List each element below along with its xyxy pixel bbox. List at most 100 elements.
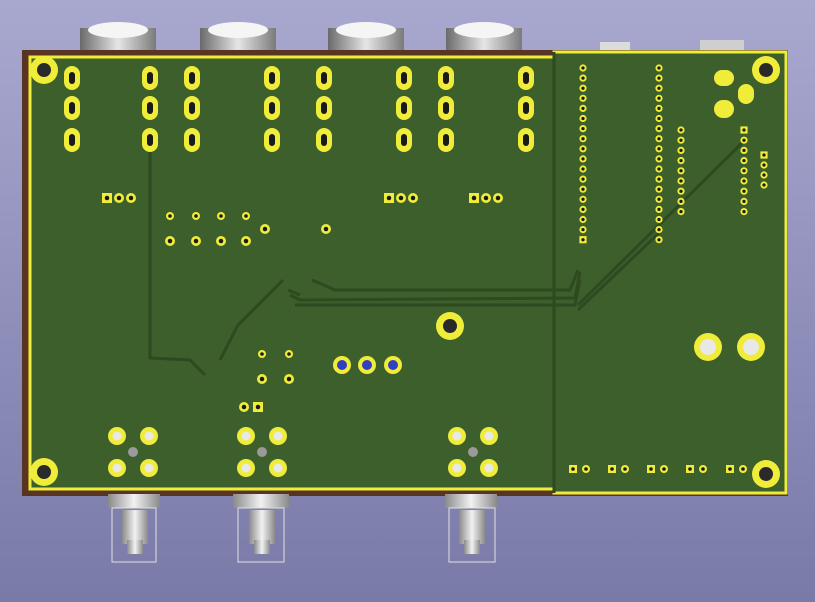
pad xyxy=(284,374,294,384)
bnc-center-pad xyxy=(257,447,267,457)
bnc-connector-3 xyxy=(445,494,497,563)
header-pad xyxy=(481,193,491,203)
mcu-pin xyxy=(655,84,663,92)
pad-column-404 xyxy=(396,66,412,152)
mcu-pin xyxy=(655,215,663,224)
audio-jack-3 xyxy=(328,22,404,54)
pad-column-324 xyxy=(316,66,332,152)
potentiometer-pads xyxy=(333,356,402,374)
conn-pad xyxy=(647,465,655,473)
mcu-board-area xyxy=(552,50,788,495)
mcu-pin xyxy=(579,236,587,244)
conn-pad xyxy=(686,465,694,473)
mcu-pin xyxy=(740,126,748,134)
header-pad xyxy=(408,193,418,203)
bnc-connector-2 xyxy=(233,494,289,563)
mcu-pin xyxy=(579,104,587,112)
mcu-pin xyxy=(677,208,685,216)
main-board-area xyxy=(28,55,556,491)
pcb-render xyxy=(22,22,788,563)
pad-column-150 xyxy=(142,66,158,152)
audio-jack-1 xyxy=(80,22,156,54)
mcu-pin xyxy=(655,185,663,193)
resistor-pad xyxy=(165,236,175,246)
pad xyxy=(257,374,267,384)
mcu-pin xyxy=(579,94,587,102)
pad xyxy=(258,350,266,358)
header-pad xyxy=(396,193,406,203)
mcu-pin xyxy=(579,165,587,173)
mcu-pin xyxy=(655,236,663,244)
conn-pad xyxy=(569,465,577,473)
resistor-pad xyxy=(217,212,225,220)
audio-jack-2 xyxy=(200,22,276,54)
mcu-pin xyxy=(760,151,768,159)
mcu-pin xyxy=(760,171,768,179)
pad-column-526 xyxy=(518,66,534,152)
mcu-pin xyxy=(579,74,587,82)
mcu-pin xyxy=(677,177,685,185)
mcu-pin xyxy=(740,197,748,205)
conn-pad xyxy=(699,465,707,473)
mcu-pin xyxy=(579,114,587,123)
resistor-pad xyxy=(216,236,226,246)
mcu-pin xyxy=(579,145,587,153)
resistor-pad xyxy=(166,212,174,220)
resistor-pad xyxy=(192,212,200,220)
bnc-connector-1 xyxy=(108,494,160,563)
mcu-pin xyxy=(740,157,748,165)
mcu-pin xyxy=(655,195,663,203)
header-pad xyxy=(114,193,124,203)
mcu-pin xyxy=(677,136,685,144)
header-pad xyxy=(469,193,479,203)
mcu-pin xyxy=(579,175,587,183)
header-pad xyxy=(384,193,394,203)
mcu-pin xyxy=(677,167,685,175)
mcu-pin xyxy=(740,167,748,175)
mcu-pin xyxy=(579,185,587,193)
mcu-pin xyxy=(677,126,685,134)
mcu-pin xyxy=(579,205,587,213)
bnc-center-pad xyxy=(468,447,478,457)
mcu-pin xyxy=(655,94,663,102)
mcu-pin xyxy=(579,195,587,203)
audio-jack-4 xyxy=(446,22,522,54)
mcu-pin xyxy=(655,226,663,234)
conn-pad xyxy=(739,465,747,473)
resistor-pad xyxy=(241,236,251,246)
mcu-pin xyxy=(677,197,685,205)
top-jack-connectors xyxy=(80,22,744,54)
header-pad xyxy=(126,193,136,203)
pcb-3d-view xyxy=(0,0,815,602)
mcu-pin xyxy=(655,155,663,163)
mcu-pin xyxy=(760,181,768,189)
pad-column-72 xyxy=(64,66,80,152)
mcu-pin xyxy=(655,165,663,173)
conn-pad xyxy=(582,465,590,473)
mcu-pin xyxy=(740,208,748,216)
via-pad xyxy=(321,224,331,234)
conn-pad xyxy=(726,465,734,473)
mcu-pin xyxy=(677,146,685,154)
conn-pad xyxy=(608,465,616,473)
mcu-pin xyxy=(579,155,587,163)
mcu-pin xyxy=(740,136,748,144)
conn-pad xyxy=(621,465,629,473)
mcu-pin xyxy=(677,157,685,165)
pad xyxy=(253,402,263,412)
pad-column-446 xyxy=(438,66,454,152)
smd-pad xyxy=(714,100,734,118)
header-pad xyxy=(102,193,112,203)
mcu-pin xyxy=(655,175,663,183)
mcu-pin xyxy=(579,84,587,92)
mcu-pin xyxy=(740,187,748,195)
conn-pad xyxy=(660,465,668,473)
mcu-pin xyxy=(655,205,663,213)
pad xyxy=(239,402,249,412)
mcu-pin xyxy=(655,104,663,112)
mcu-pin xyxy=(579,135,587,143)
via-pad xyxy=(260,224,270,234)
mcu-pin xyxy=(579,215,587,224)
mcu-pin xyxy=(655,145,663,153)
resistor-pad xyxy=(191,236,201,246)
